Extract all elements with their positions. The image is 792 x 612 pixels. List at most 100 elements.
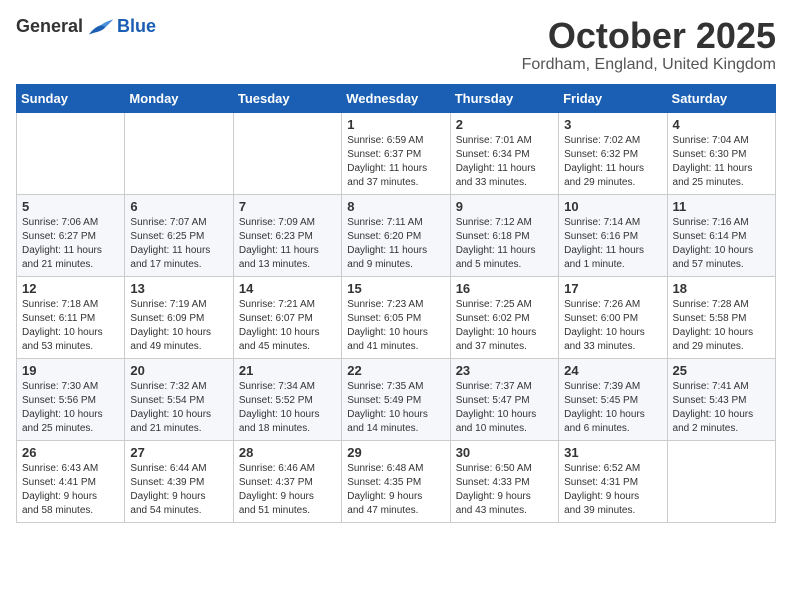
day-number: 2 [456, 117, 553, 132]
calendar-cell [233, 112, 341, 194]
day-number: 8 [347, 199, 444, 214]
day-info: Sunrise: 7:01 AM Sunset: 6:34 PM Dayligh… [456, 134, 553, 190]
day-number: 16 [456, 281, 553, 296]
calendar-cell: 19Sunrise: 7:30 AM Sunset: 5:56 PM Dayli… [17, 358, 125, 440]
day-info: Sunrise: 7:23 AM Sunset: 6:05 PM Dayligh… [347, 298, 444, 354]
calendar-cell: 27 Sunrise: 6:44 AM Sunset: 4:39 PM Dayli… [125, 440, 233, 522]
logo: General Blue [16, 16, 156, 37]
calendar-week-row: 19Sunrise: 7:30 AM Sunset: 5:56 PM Dayli… [17, 358, 776, 440]
calendar-cell: 16Sunrise: 7:25 AM Sunset: 6:02 PM Dayli… [450, 276, 558, 358]
day-number: 18 [673, 281, 770, 296]
calendar-cell: 5 Sunrise: 7:06 AM Sunset: 6:27 PM Daylig… [17, 194, 125, 276]
day-number: 24 [564, 363, 661, 378]
day-number: 10 [564, 199, 661, 214]
calendar-cell: 3 Sunrise: 7:02 AM Sunset: 6:32 PM Daylig… [559, 112, 667, 194]
calendar-cell: 8 Sunrise: 7:11 AM Sunset: 6:20 PM Daylig… [342, 194, 450, 276]
day-info: Sunrise: 6:59 AM Sunset: 6:37 PM Dayligh… [347, 134, 444, 190]
day-info: Sunrise: 6:43 AM Sunset: 4:41 PM Dayligh… [22, 462, 119, 518]
day-number: 25 [673, 363, 770, 378]
calendar-cell: 14 Sunrise: 7:21 AM Sunset: 6:07 PM Dayli… [233, 276, 341, 358]
calendar-week-row: 1 Sunrise: 6:59 AM Sunset: 6:37 PM Daylig… [17, 112, 776, 194]
day-number: 17 [564, 281, 661, 296]
logo-blue-text: Blue [117, 16, 156, 37]
day-number: 21 [239, 363, 336, 378]
day-number: 29 [347, 445, 444, 460]
day-header-saturday: Saturday [667, 84, 775, 112]
calendar-cell: 24 Sunrise: 7:39 AM Sunset: 5:45 PM Dayli… [559, 358, 667, 440]
day-number: 12 [22, 281, 119, 296]
title-area: October 2025 Fordham, England, United Ki… [522, 16, 776, 74]
day-number: 5 [22, 199, 119, 214]
day-number: 20 [130, 363, 227, 378]
day-info: Sunrise: 7:06 AM Sunset: 6:27 PM Dayligh… [22, 216, 119, 272]
day-info: Sunrise: 6:44 AM Sunset: 4:39 PM Dayligh… [130, 462, 227, 518]
day-number: 27 [130, 445, 227, 460]
day-number: 23 [456, 363, 553, 378]
calendar-cell: 6 Sunrise: 7:07 AM Sunset: 6:25 PM Daylig… [125, 194, 233, 276]
calendar-cell: 25Sunrise: 7:41 AM Sunset: 5:43 PM Dayli… [667, 358, 775, 440]
day-info: Sunrise: 7:30 AM Sunset: 5:56 PM Dayligh… [22, 380, 119, 436]
calendar-cell: 11Sunrise: 7:16 AM Sunset: 6:14 PM Dayli… [667, 194, 775, 276]
day-number: 9 [456, 199, 553, 214]
day-info: Sunrise: 7:07 AM Sunset: 6:25 PM Dayligh… [130, 216, 227, 272]
calendar-cell: 31Sunrise: 6:52 AM Sunset: 4:31 PM Dayli… [559, 440, 667, 522]
day-number: 15 [347, 281, 444, 296]
calendar-cell: 13 Sunrise: 7:19 AM Sunset: 6:09 PM Dayli… [125, 276, 233, 358]
day-number: 6 [130, 199, 227, 214]
calendar-cell [17, 112, 125, 194]
calendar-cell: 9 Sunrise: 7:12 AM Sunset: 6:18 PM Daylig… [450, 194, 558, 276]
location-text: Fordham, England, United Kingdom [522, 56, 776, 74]
logo-general-text: General [16, 16, 83, 37]
day-info: Sunrise: 7:11 AM Sunset: 6:20 PM Dayligh… [347, 216, 444, 272]
day-number: 1 [347, 117, 444, 132]
day-number: 22 [347, 363, 444, 378]
day-number: 26 [22, 445, 119, 460]
day-number: 30 [456, 445, 553, 460]
calendar-cell: 1 Sunrise: 6:59 AM Sunset: 6:37 PM Daylig… [342, 112, 450, 194]
day-info: Sunrise: 7:12 AM Sunset: 6:18 PM Dayligh… [456, 216, 553, 272]
day-number: 4 [673, 117, 770, 132]
calendar-cell: 20 Sunrise: 7:32 AM Sunset: 5:54 PM Dayli… [125, 358, 233, 440]
day-number: 28 [239, 445, 336, 460]
calendar-cell: 10 Sunrise: 7:14 AM Sunset: 6:16 PM Dayli… [559, 194, 667, 276]
calendar-week-row: 5 Sunrise: 7:06 AM Sunset: 6:27 PM Daylig… [17, 194, 776, 276]
logo-bird-icon [87, 17, 115, 37]
calendar-cell: 21Sunrise: 7:34 AM Sunset: 5:52 PM Dayli… [233, 358, 341, 440]
day-header-wednesday: Wednesday [342, 84, 450, 112]
day-number: 3 [564, 117, 661, 132]
calendar-week-row: 26 Sunrise: 6:43 AM Sunset: 4:41 PM Dayli… [17, 440, 776, 522]
month-title: October 2025 [522, 16, 776, 56]
day-info: Sunrise: 7:02 AM Sunset: 6:32 PM Dayligh… [564, 134, 661, 190]
calendar-week-row: 12Sunrise: 7:18 AM Sunset: 6:11 PM Dayli… [17, 276, 776, 358]
day-info: Sunrise: 6:52 AM Sunset: 4:31 PM Dayligh… [564, 462, 661, 518]
calendar-cell: 17Sunrise: 7:26 AM Sunset: 6:00 PM Dayli… [559, 276, 667, 358]
day-info: Sunrise: 7:35 AM Sunset: 5:49 PM Dayligh… [347, 380, 444, 436]
calendar-header-row: SundayMondayTuesdayWednesdayThursdayFrid… [17, 84, 776, 112]
calendar-cell [667, 440, 775, 522]
day-header-monday: Monday [125, 84, 233, 112]
day-info: Sunrise: 7:16 AM Sunset: 6:14 PM Dayligh… [673, 216, 770, 272]
day-info: Sunrise: 7:21 AM Sunset: 6:07 PM Dayligh… [239, 298, 336, 354]
calendar-cell: 29Sunrise: 6:48 AM Sunset: 4:35 PM Dayli… [342, 440, 450, 522]
day-info: Sunrise: 7:32 AM Sunset: 5:54 PM Dayligh… [130, 380, 227, 436]
calendar-cell: 2 Sunrise: 7:01 AM Sunset: 6:34 PM Daylig… [450, 112, 558, 194]
calendar-cell: 30 Sunrise: 6:50 AM Sunset: 4:33 PM Dayli… [450, 440, 558, 522]
calendar-cell: 4 Sunrise: 7:04 AM Sunset: 6:30 PM Daylig… [667, 112, 775, 194]
day-number: 13 [130, 281, 227, 296]
day-info: Sunrise: 6:46 AM Sunset: 4:37 PM Dayligh… [239, 462, 336, 518]
calendar-cell: 15 Sunrise: 7:23 AM Sunset: 6:05 PM Dayli… [342, 276, 450, 358]
day-info: Sunrise: 7:04 AM Sunset: 6:30 PM Dayligh… [673, 134, 770, 190]
day-info: Sunrise: 7:09 AM Sunset: 6:23 PM Dayligh… [239, 216, 336, 272]
calendar-cell: 22 Sunrise: 7:35 AM Sunset: 5:49 PM Dayli… [342, 358, 450, 440]
calendar-cell: 28 Sunrise: 6:46 AM Sunset: 4:37 PM Dayli… [233, 440, 341, 522]
day-number: 14 [239, 281, 336, 296]
day-header-tuesday: Tuesday [233, 84, 341, 112]
day-header-sunday: Sunday [17, 84, 125, 112]
day-number: 7 [239, 199, 336, 214]
day-info: Sunrise: 7:19 AM Sunset: 6:09 PM Dayligh… [130, 298, 227, 354]
day-info: Sunrise: 7:39 AM Sunset: 5:45 PM Dayligh… [564, 380, 661, 436]
day-info: Sunrise: 7:14 AM Sunset: 6:16 PM Dayligh… [564, 216, 661, 272]
calendar-cell: 12Sunrise: 7:18 AM Sunset: 6:11 PM Dayli… [17, 276, 125, 358]
day-info: Sunrise: 6:50 AM Sunset: 4:33 PM Dayligh… [456, 462, 553, 518]
page-header: General Blue October 2025 Fordham, Engla… [16, 16, 776, 74]
